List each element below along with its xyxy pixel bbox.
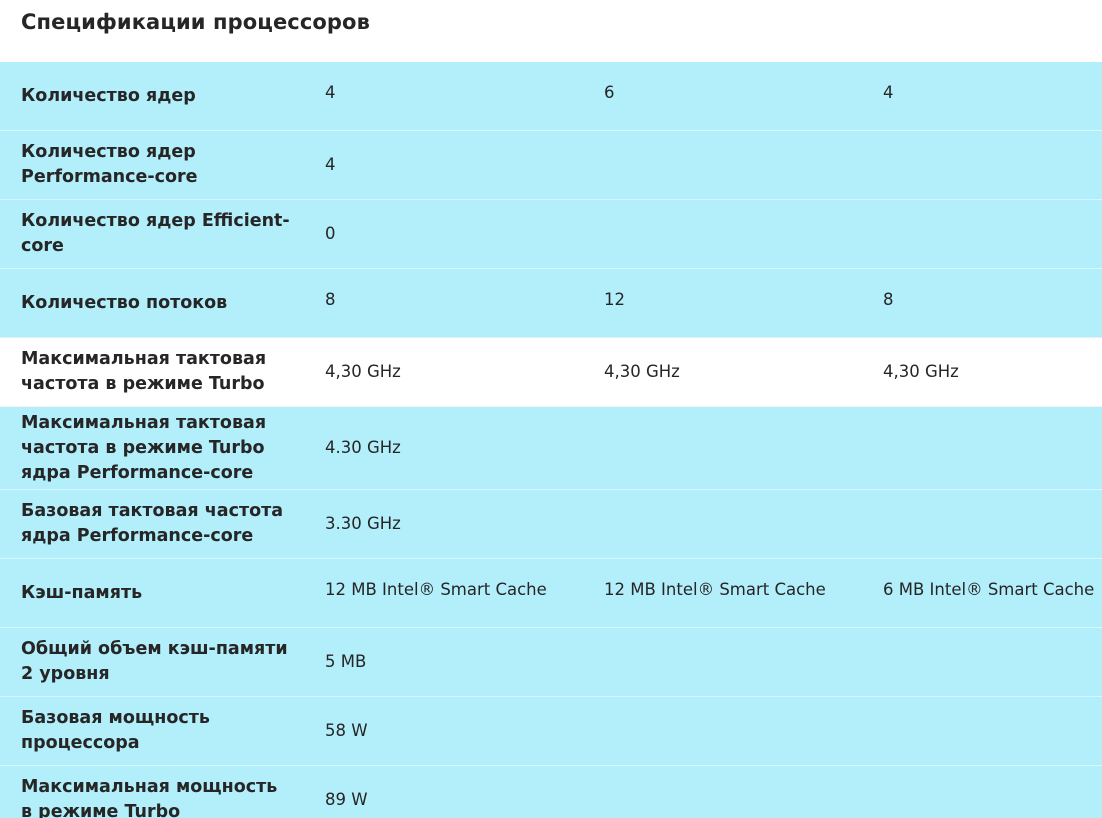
spec-label: Базовая мощность процессора xyxy=(21,708,210,753)
spec-label: Максимальная тактовая частота в режиме T… xyxy=(21,412,267,483)
spec-value-col1: 0 xyxy=(325,224,336,243)
spec-label: Количество ядер xyxy=(21,85,196,106)
spec-label: Кэш-память xyxy=(21,582,143,603)
spec-value-col1: 8 xyxy=(325,290,336,309)
spec-row-cache: Кэш-память 12 MB Intel® Smart Cache 12 M… xyxy=(0,559,1102,628)
spec-row-threads: Количество потоков 8 12 8 xyxy=(0,269,1102,338)
spec-value-col2: 12 xyxy=(604,290,625,309)
spec-row-performance-core-base-frequency: Базовая тактовая частота ядра Performanc… xyxy=(0,490,1102,559)
spec-row-max-turbo-power: Максимальная мощность в режиме Turbo 89 … xyxy=(0,766,1102,818)
spec-value-col1: 4 xyxy=(325,155,336,174)
spec-value-col1: 4,30 GHz xyxy=(325,362,401,381)
spec-value-col2: 6 xyxy=(604,83,615,102)
spec-label: Количество ядер Efficient-core xyxy=(21,211,290,256)
spec-value-col2: 12 MB Intel® Smart Cache xyxy=(604,580,826,599)
spec-row-max-turbo-frequency: Максимальная тактовая частота в режиме T… xyxy=(0,338,1102,407)
spec-value-col3: 6 MB Intel® Smart Cache xyxy=(883,580,1095,599)
spec-label: Максимальная мощность в режиме Turbo xyxy=(21,777,278,818)
spec-label: Общий объем кэш-памяти 2 уровня xyxy=(21,639,288,684)
spec-value-col1: 4 xyxy=(325,83,336,102)
spec-value-col3: 4,30 GHz xyxy=(883,362,959,381)
spec-label: Базовая тактовая частота ядра Performanc… xyxy=(21,501,284,546)
spec-row-base-power: Базовая мощность процессора 58 W xyxy=(0,697,1102,766)
spec-page: Спецификации процессоров Количество ядер… xyxy=(0,0,1102,818)
spec-row-performance-cores: Количество ядер Performance-core 4 xyxy=(0,131,1102,200)
spec-value-col1: 89 W xyxy=(325,790,368,809)
spec-value-col3: 4 xyxy=(883,83,894,102)
spec-label: Максимальная тактовая частота в режиме T… xyxy=(21,349,267,394)
spec-value-col1: 4.30 GHz xyxy=(325,438,401,457)
spec-label: Количество потоков xyxy=(21,292,228,313)
spec-value-col1: 5 MB xyxy=(325,652,367,671)
spec-table: Количество ядер 4 6 4 Количество ядер Pe… xyxy=(0,62,1102,818)
spec-row-performance-core-max-turbo: Максимальная тактовая частота в режиме T… xyxy=(0,407,1102,490)
spec-value-col1: 58 W xyxy=(325,721,368,740)
page-title: Спецификации процессоров xyxy=(21,10,370,34)
spec-value-col2: 4,30 GHz xyxy=(604,362,680,381)
spec-value-col3: 8 xyxy=(883,290,894,309)
spec-label: Количество ядер Performance-core xyxy=(21,142,198,187)
spec-row-cores: Количество ядер 4 6 4 xyxy=(0,62,1102,131)
spec-row-l2-cache: Общий объем кэш-памяти 2 уровня 5 MB xyxy=(0,628,1102,697)
spec-value-col1: 3.30 GHz xyxy=(325,514,401,533)
spec-value-col1: 12 MB Intel® Smart Cache xyxy=(325,580,547,599)
spec-row-efficient-cores: Количество ядер Efficient-core 0 xyxy=(0,200,1102,269)
header-spacer xyxy=(0,54,1102,62)
page-header: Спецификации процессоров xyxy=(0,0,1102,54)
